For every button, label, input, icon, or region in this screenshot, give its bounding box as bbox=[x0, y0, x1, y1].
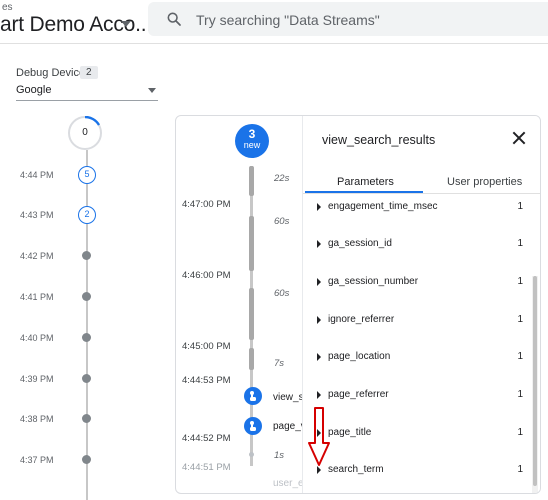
parameter-row[interactable]: page_location 1 bbox=[313, 350, 523, 366]
close-icon[interactable] bbox=[512, 131, 526, 145]
event-touch-icon[interactable] bbox=[244, 387, 262, 405]
parameter-row[interactable]: engagement_time_msec 1 bbox=[313, 200, 523, 216]
parameter-row[interactable]: search_term 1 bbox=[313, 463, 523, 479]
search-icon bbox=[167, 12, 181, 26]
parameter-key: page_location bbox=[328, 351, 391, 362]
parameter-row[interactable]: page_referrer 1 bbox=[313, 388, 523, 404]
second-time: 4:44:51 PM bbox=[182, 462, 231, 473]
minute-dot[interactable] bbox=[82, 374, 91, 383]
parameter-value: 1 bbox=[517, 201, 523, 212]
active-tab-indicator bbox=[305, 191, 423, 193]
parameter-row[interactable]: ga_session_id 1 bbox=[313, 237, 523, 253]
minute-time: 4:42 PM bbox=[20, 251, 54, 261]
parameter-key: ga_session_id bbox=[328, 238, 392, 249]
expand-arrow-icon[interactable] bbox=[317, 240, 321, 248]
top-bar: es art Demo Acco... bbox=[0, 0, 548, 44]
time-gap: 60s bbox=[274, 288, 290, 299]
minutes-timeline-line bbox=[86, 150, 88, 500]
parameter-value: 1 bbox=[517, 314, 523, 325]
debug-device-value: Google bbox=[16, 84, 52, 96]
minute-time: 4:39 PM bbox=[20, 374, 54, 384]
event-details-panel: view_search_results Parameters User prop… bbox=[302, 116, 540, 493]
minute-time: 4:44 PM bbox=[20, 170, 54, 180]
seconds-stream-panel: 3 new 22s 4:47:00 PM 60s 4:46:00 PM 60s … bbox=[175, 115, 541, 494]
debug-device-count-badge: 2 bbox=[80, 66, 98, 79]
parameter-value: 1 bbox=[517, 464, 523, 475]
debug-device-label: Debug Device bbox=[16, 67, 86, 79]
expand-arrow-icon[interactable] bbox=[317, 391, 321, 399]
minute-time: 4:40 PM bbox=[20, 333, 54, 343]
timeline-segment bbox=[249, 348, 254, 370]
minute-time: 4:43 PM bbox=[20, 210, 54, 220]
event-details-title: view_search_results bbox=[322, 133, 436, 147]
expand-arrow-icon[interactable] bbox=[317, 466, 321, 474]
second-time: 4:45:00 PM bbox=[182, 341, 231, 352]
time-gap: 7s bbox=[274, 358, 285, 369]
parameter-value: 1 bbox=[517, 389, 523, 400]
parameter-key: ignore_referrer bbox=[328, 314, 395, 325]
new-events-label: new bbox=[243, 140, 261, 150]
expand-arrow-icon[interactable] bbox=[317, 278, 321, 286]
event-touch-icon[interactable] bbox=[244, 417, 262, 435]
event-dot bbox=[249, 452, 254, 457]
time-gap: 1s bbox=[274, 450, 285, 461]
parameter-key: ga_session_number bbox=[328, 276, 419, 287]
details-tab-bar: Parameters User properties bbox=[303, 173, 540, 194]
second-time: 4:47:00 PM bbox=[182, 199, 231, 210]
minute-dot[interactable] bbox=[82, 251, 91, 260]
minute-time: 4:41 PM bbox=[20, 292, 54, 302]
minute-dot[interactable] bbox=[82, 414, 91, 423]
minute-dot[interactable] bbox=[82, 455, 91, 464]
parameter-key: page_referrer bbox=[328, 389, 389, 400]
timeline-segment bbox=[249, 288, 254, 340]
second-time: 4:44:53 PM bbox=[182, 375, 231, 386]
timeline-segment bbox=[249, 216, 254, 271]
new-events-count: 3 bbox=[248, 127, 256, 141]
parameter-value: 1 bbox=[517, 351, 523, 362]
parameter-value: 1 bbox=[517, 427, 523, 438]
parameter-value: 1 bbox=[517, 276, 523, 287]
tab-user-properties[interactable]: User properties bbox=[447, 176, 522, 188]
debug-device-select[interactable]: Google bbox=[16, 82, 158, 101]
expand-arrow-icon[interactable] bbox=[317, 316, 321, 324]
minute-dot[interactable] bbox=[82, 292, 91, 301]
dropdown-caret-icon bbox=[148, 88, 156, 93]
parameter-row[interactable]: page_title 1 bbox=[313, 426, 523, 442]
time-gap: 22s bbox=[274, 173, 290, 184]
scrollbar-thumb[interactable] bbox=[533, 276, 537, 486]
search-bar[interactable] bbox=[148, 2, 548, 36]
expand-arrow-icon[interactable] bbox=[317, 203, 321, 211]
annotation-arrow-icon bbox=[308, 407, 330, 466]
top-event-count: 0 bbox=[82, 127, 88, 138]
expand-arrow-icon[interactable] bbox=[317, 353, 321, 361]
parameter-key: engagement_time_msec bbox=[328, 201, 438, 212]
parameter-row[interactable]: ignore_referrer 1 bbox=[313, 313, 523, 329]
parameter-key: search_term bbox=[328, 464, 384, 475]
second-time: 4:44:52 PM bbox=[182, 433, 231, 444]
timeline-segment bbox=[249, 166, 254, 196]
minute-event-count[interactable]: 2 bbox=[78, 206, 96, 224]
breadcrumb[interactable]: es bbox=[2, 2, 13, 13]
parameter-value: 1 bbox=[517, 238, 523, 249]
minute-time: 4:38 PM bbox=[20, 414, 54, 424]
minute-dot[interactable] bbox=[82, 333, 91, 342]
tab-parameters[interactable]: Parameters bbox=[337, 176, 394, 188]
search-input[interactable] bbox=[194, 7, 538, 33]
minute-event-count[interactable]: 5 bbox=[78, 166, 96, 184]
minute-time: 4:37 PM bbox=[20, 455, 54, 465]
parameter-key: page_title bbox=[328, 427, 372, 438]
parameter-row[interactable]: ga_session_number 1 bbox=[313, 275, 523, 291]
chevron-down-icon[interactable] bbox=[121, 21, 131, 27]
time-gap: 60s bbox=[274, 216, 290, 227]
new-events-badge[interactable]: 3 new bbox=[235, 124, 269, 158]
second-time: 4:46:00 PM bbox=[182, 270, 231, 281]
